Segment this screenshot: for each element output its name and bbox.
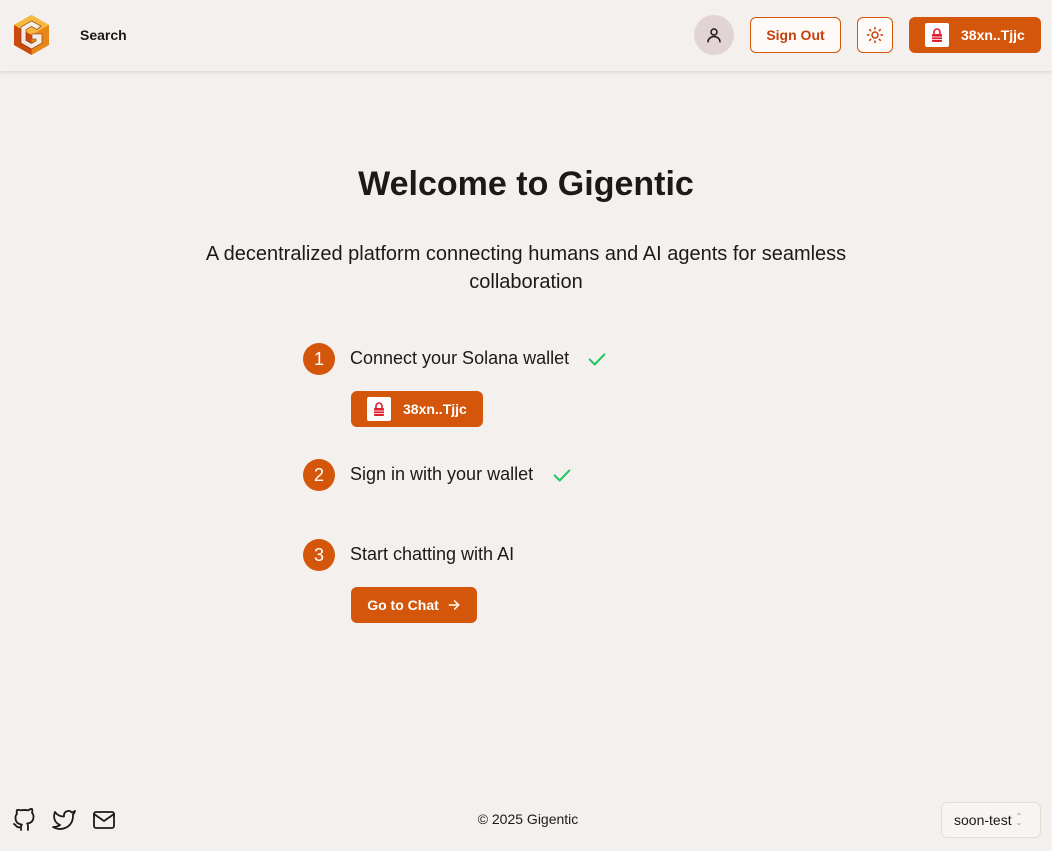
- step-3-number: 3: [303, 539, 335, 571]
- step-1-label: Connect your Solana wallet: [350, 348, 570, 368]
- check-icon: [588, 353, 606, 366]
- page-title: Welcome to Gigentic: [358, 165, 694, 203]
- environment-select[interactable]: soon-test ⌃ ⌄: [941, 802, 1041, 838]
- gigentic-logo[interactable]: [14, 15, 49, 55]
- step-wallet-button[interactable]: 38xn..Tjjc: [351, 391, 483, 427]
- copyright-text: © 2025 Gigentic: [477, 811, 579, 827]
- sun-icon: [866, 26, 884, 44]
- check-icon: [553, 469, 571, 482]
- profile-button[interactable]: [694, 15, 734, 55]
- nav-search-link[interactable]: Search: [80, 27, 127, 43]
- wallet-icon: [925, 23, 949, 47]
- step-1-number: 1: [303, 343, 335, 375]
- sign-out-button[interactable]: Sign Out: [750, 17, 841, 53]
- chevron-up-down-icon: ⌃ ⌄: [1015, 812, 1023, 827]
- step-2-label: Sign in with your wallet: [350, 464, 534, 484]
- wallet-address-label: 38xn..Tjjc: [403, 401, 467, 417]
- wallet-icon: [367, 397, 391, 421]
- go-to-chat-button[interactable]: Go to Chat: [351, 587, 477, 623]
- header-wallet-button[interactable]: 38xn..Tjjc: [909, 17, 1041, 53]
- environment-value: soon-test: [954, 812, 1012, 828]
- go-to-chat-label: Go to Chat: [367, 597, 439, 613]
- top-header: Search Sign Out 38xn..Tjjc: [0, 0, 1052, 71]
- step-3-label: Start chatting with AI: [350, 544, 515, 564]
- user-icon: [707, 28, 721, 43]
- page-subtitle: A decentralized platform connecting huma…: [205, 243, 847, 293]
- theme-toggle-button[interactable]: [857, 17, 893, 53]
- arrow-right-icon: [448, 600, 460, 610]
- wallet-address-label: 38xn..Tjjc: [961, 27, 1025, 43]
- step-2-number: 2: [303, 459, 335, 491]
